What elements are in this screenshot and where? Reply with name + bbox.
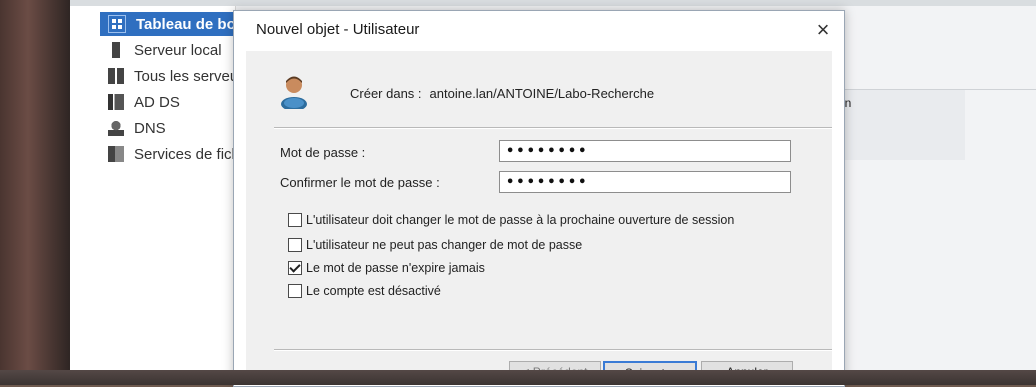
divider xyxy=(274,349,832,351)
server-icon xyxy=(112,42,120,58)
services-icon xyxy=(108,146,124,162)
sidebar-item-label: Serveur local xyxy=(134,41,222,59)
checkbox-box[interactable] xyxy=(288,213,302,227)
dialog-title: Nouvel objet - Utilisateur xyxy=(256,21,420,38)
password-field[interactable] xyxy=(499,140,791,162)
server-manager-sidebar: Tableau de bord Serveur local Tous les s… xyxy=(70,6,268,370)
dialog-body: Créer dans : antoine.lan/ANTOINE/Labo-Rec… xyxy=(246,51,832,385)
checkbox-box[interactable] xyxy=(288,261,302,275)
servers-icon xyxy=(108,68,124,84)
adds-icon xyxy=(108,94,124,110)
confirm-password-field[interactable] xyxy=(499,171,791,193)
checkbox-label: L'utilisateur doit changer le mot de pas… xyxy=(306,213,735,227)
sidebar-item-label: DNS xyxy=(134,119,166,137)
checkbox-label: Le compte est désactivé xyxy=(306,284,441,298)
password-never-expires-checkbox[interactable]: Le mot de passe n'expire jamais xyxy=(288,260,485,276)
checkbox-label: L'utilisateur ne peut pas changer de mot… xyxy=(306,238,583,252)
close-icon[interactable]: × xyxy=(810,17,836,43)
monitor-bezel-bottom xyxy=(0,370,1036,385)
new-user-dialog: Nouvel objet - Utilisateur × Créer dans … xyxy=(233,10,845,387)
create-in-path: antoine.lan/ANTOINE/Labo-Recherche xyxy=(429,86,655,101)
sidebar-item-label: AD DS xyxy=(134,93,180,111)
checkbox-box[interactable] xyxy=(288,238,302,252)
dashboard-icon xyxy=(108,15,126,33)
divider xyxy=(274,127,832,129)
cannot-change-password-checkbox[interactable]: L'utilisateur ne peut pas changer de mot… xyxy=(288,237,582,253)
create-in-row: Créer dans : antoine.lan/ANTOINE/Labo-Rec… xyxy=(350,86,654,101)
monitor-bezel-left xyxy=(0,0,70,385)
checkbox-label: Le mot de passe n'expire jamais xyxy=(306,261,485,275)
dns-icon xyxy=(108,120,124,136)
create-in-label: Créer dans : xyxy=(350,86,422,101)
must-change-password-checkbox[interactable]: L'utilisateur doit changer le mot de pas… xyxy=(288,212,734,228)
user-icon xyxy=(281,76,307,109)
account-disabled-checkbox[interactable]: Le compte est désactivé xyxy=(288,283,441,299)
confirm-password-label: Confirmer le mot de passe : xyxy=(280,175,440,190)
checkbox-box[interactable] xyxy=(288,284,302,298)
password-label: Mot de passe : xyxy=(280,145,366,160)
